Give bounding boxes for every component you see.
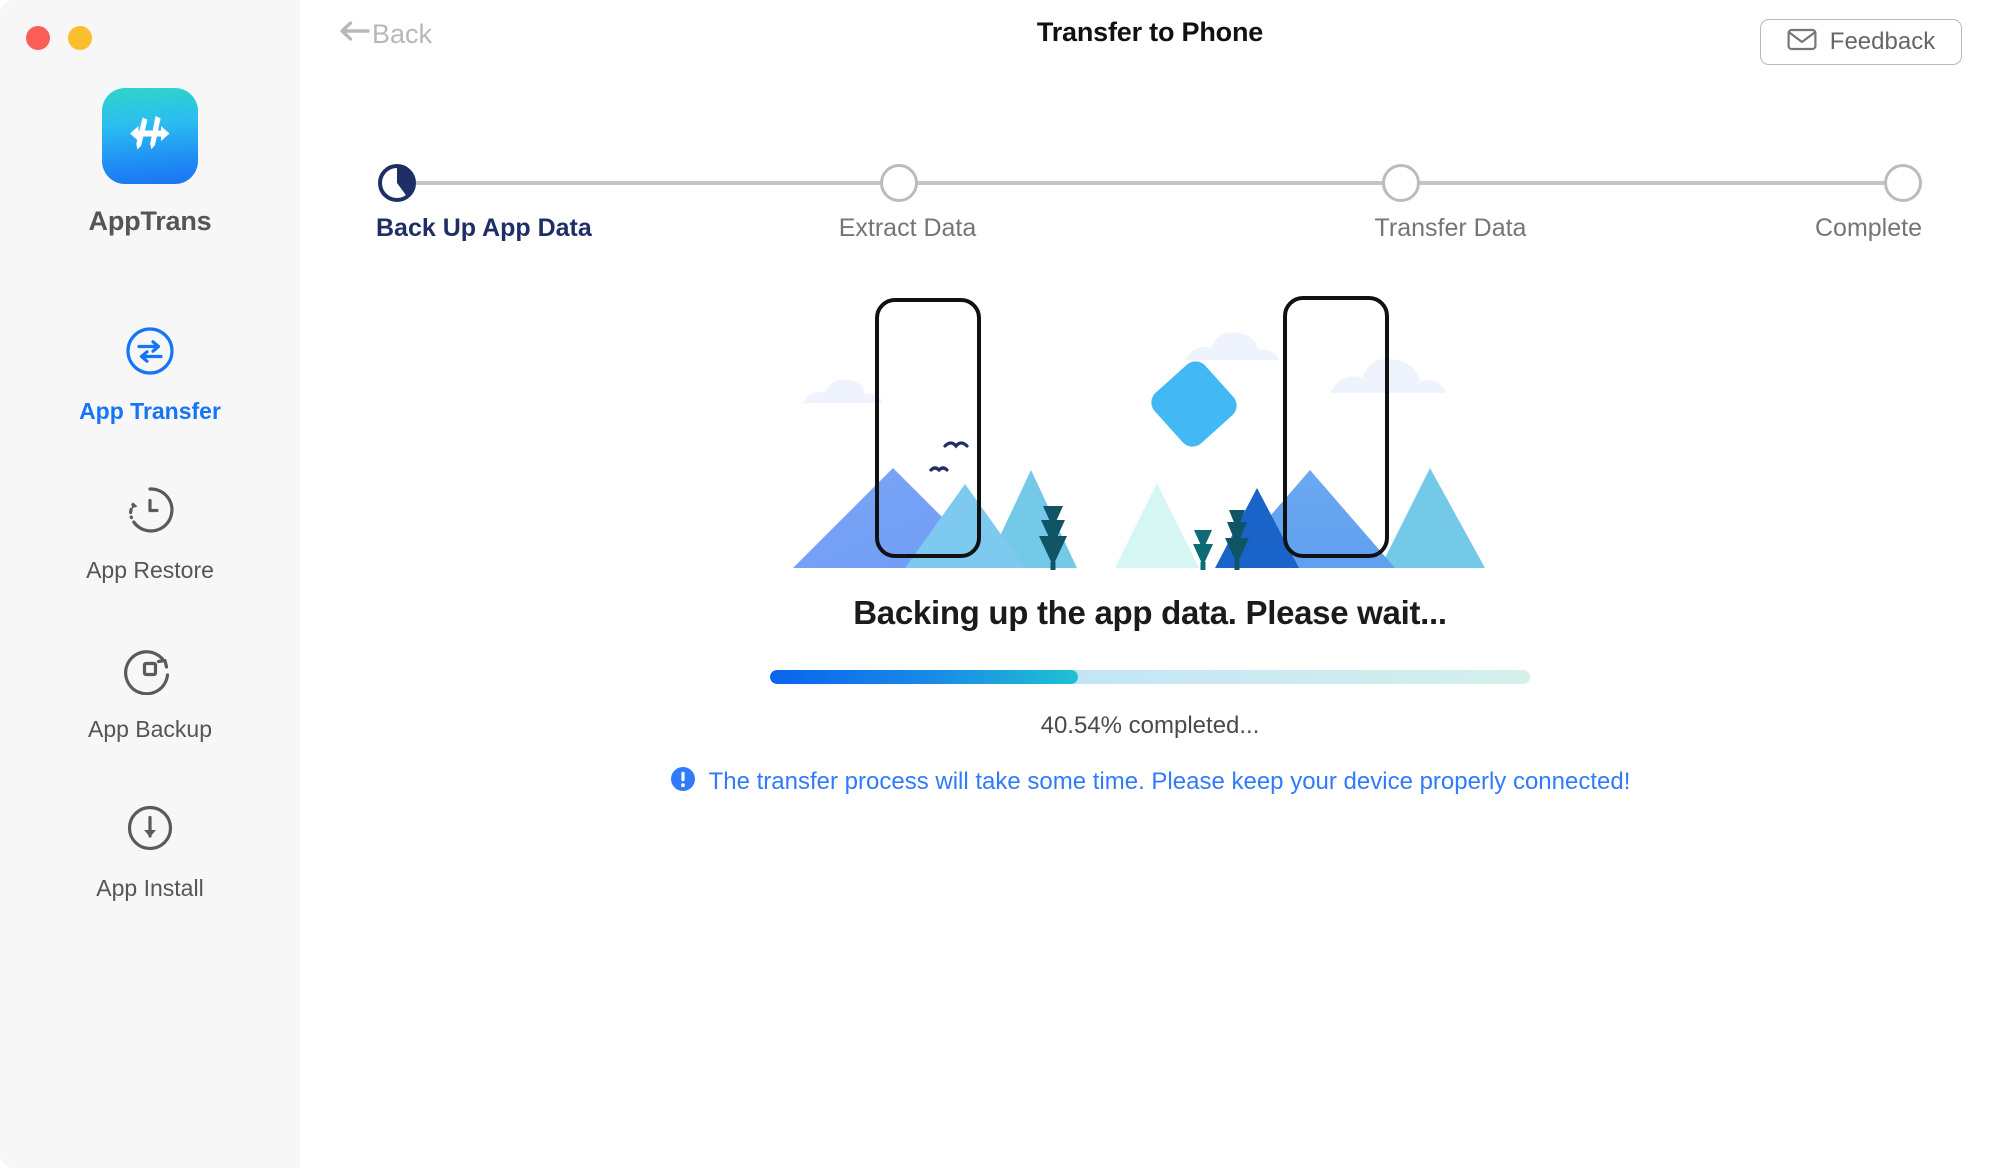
transfer-arrows-icon	[121, 322, 179, 380]
blue-diamond	[1151, 361, 1237, 447]
window-traffic-lights	[26, 26, 92, 50]
backup-square-icon	[121, 640, 179, 698]
illustration-wrapper	[300, 288, 2000, 578]
brand-block: AppTrans	[0, 88, 300, 237]
sidebar-item-label: App Install	[96, 875, 204, 901]
top-bar: Back Transfer to Phone Feedback	[300, 0, 2000, 86]
envelope-icon	[1787, 28, 1817, 56]
sidebar-item-app-backup[interactable]: App Backup	[0, 640, 300, 799]
clouds	[803, 332, 1446, 403]
sidebar-item-label: App Transfer	[79, 398, 221, 424]
notice-text: The transfer process will take some time…	[708, 767, 1631, 795]
step-label-complete: Complete	[1815, 214, 1922, 242]
progress-stepper: Back Up App Data Extract Data Transfer D…	[376, 136, 1922, 246]
step-node-complete[interactable]	[1884, 164, 1922, 202]
two-phones-landscape-illustration	[793, 296, 1485, 570]
app-window: AppTrans App Transfer App Restore App Ba…	[0, 0, 2000, 1168]
sidebar-item-label: App Backup	[87, 716, 213, 742]
download-arrow-icon	[121, 799, 179, 857]
stepper-track	[378, 164, 1922, 202]
mountain-pale	[1115, 483, 1199, 568]
clock-restore-icon	[121, 481, 179, 539]
sidebar: AppTrans App Transfer App Restore App Ba…	[0, 0, 300, 1168]
stepper-connector	[416, 181, 880, 185]
step-node-backup[interactable]	[378, 164, 416, 202]
minimize-window-button[interactable]	[68, 26, 92, 50]
sidebar-item-app-restore[interactable]: App Restore	[0, 481, 300, 640]
sidebar-item-app-transfer[interactable]: App Transfer	[0, 322, 300, 481]
step-node-extract[interactable]	[880, 164, 918, 202]
progress-percent-label: 40.54% completed...	[1040, 712, 1260, 739]
brand-name: AppTrans	[88, 206, 212, 236]
progress-bar[interactable]	[770, 670, 1530, 684]
stepper-connector	[1420, 181, 1884, 185]
notice-row: The transfer process will take some time…	[300, 766, 2000, 797]
sidebar-nav: App Transfer App Restore App Backup App …	[0, 322, 300, 958]
sidebar-item-label: App Restore	[86, 557, 214, 583]
birds	[929, 441, 969, 473]
stepper-connector	[918, 181, 1382, 185]
progress-bar-fill	[770, 670, 1079, 684]
close-window-button[interactable]	[26, 26, 50, 50]
info-exclamation-icon	[670, 766, 696, 797]
step-label-backup: Back Up App Data	[376, 214, 592, 242]
stepper-labels: Back Up App Data Extract Data Transfer D…	[376, 214, 1922, 243]
step-label-extract: Extract Data	[838, 214, 977, 242]
status-message: Backing up the app data. Please wait...	[853, 594, 1447, 631]
apptrans-logo-icon	[102, 88, 198, 184]
page-title: Transfer to Phone	[1036, 17, 1264, 47]
sidebar-item-app-install[interactable]: App Install	[0, 799, 300, 958]
main-content: Back Transfer to Phone Feedback Back Up …	[300, 0, 2000, 1168]
feedback-button[interactable]: Feedback	[1760, 19, 1962, 65]
feedback-label: Feedback	[1829, 28, 1936, 55]
mountain-right-back	[1380, 468, 1485, 568]
status-block: Backing up the app data. Please wait... …	[300, 594, 2000, 797]
step-node-transfer[interactable]	[1382, 164, 1420, 202]
step-label-transfer: Transfer Data	[1374, 214, 1527, 242]
